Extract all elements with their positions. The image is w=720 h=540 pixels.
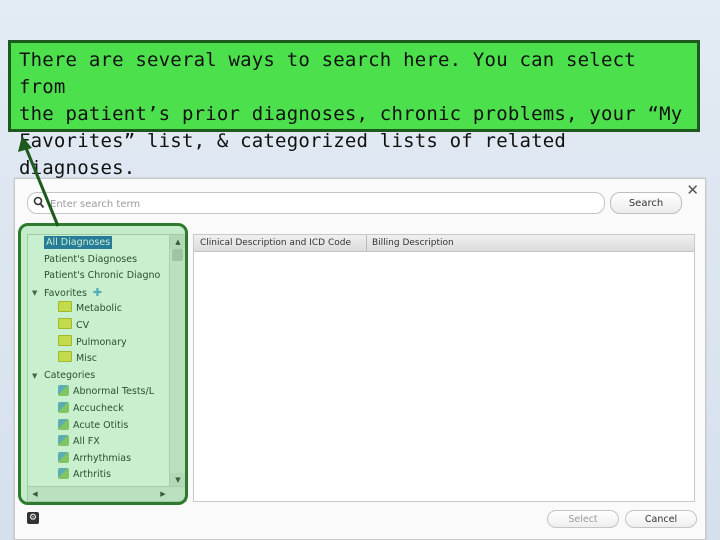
tree-item-patients-chronic[interactable]: Patient's Chronic Diagno (28, 268, 170, 285)
callout-line-3: Favorites” list, & categorized lists of … (19, 130, 567, 179)
select-button[interactable]: Select (547, 510, 619, 528)
tree-item-misc[interactable]: Misc (28, 351, 170, 368)
gear-icon[interactable]: ⚙ (27, 512, 39, 524)
tree-item-arthritis[interactable]: Arthritis (28, 467, 170, 484)
column-billing-description[interactable]: Billing Description (372, 238, 454, 248)
tree-item-label: Favorites (44, 287, 87, 299)
search-icon (33, 195, 45, 214)
diagnosis-search-dialog: ✕ Search All Diagnoses Patient's Diagnos… (14, 178, 706, 540)
scroll-up-icon[interactable]: ▲ (170, 235, 186, 249)
tree-item-label: Arrhythmias (73, 452, 132, 464)
tree-item-label: Arthritis (73, 469, 112, 481)
tree-item-metabolic[interactable]: Metabolic (28, 301, 170, 318)
folder-icon (58, 351, 72, 363)
tree-item-label: Metabolic (76, 303, 122, 315)
tree-item-label: Abnormal Tests/L (73, 386, 154, 398)
category-icon (58, 385, 69, 397)
scroll-thumb[interactable] (172, 249, 183, 261)
tree-item-abnormal-tests[interactable]: Abnormal Tests/L (28, 384, 170, 401)
results-table: Clinical Description and ICD Code Billin… (193, 234, 695, 502)
category-icon (58, 418, 69, 430)
tree-item-label: Pulmonary (76, 336, 127, 348)
diagnosis-tree: All Diagnoses Patient's Diagnoses Patien… (28, 235, 170, 487)
callout-line-2: the patient’s prior diagnoses, chronic p… (19, 103, 683, 125)
scroll-right-icon[interactable]: ▶ (156, 487, 170, 501)
tree-item-label: Misc (76, 353, 98, 365)
instruction-callout: There are several ways to search here. Y… (8, 40, 700, 179)
scroll-down-icon[interactable]: ▼ (170, 473, 186, 487)
tree-item-acute-otitis[interactable]: Acute Otitis (28, 418, 170, 435)
expand-arrow-icon[interactable]: ▼ (32, 368, 37, 385)
tree-item-favorites[interactable]: ▼ Favorites ✚ (28, 285, 170, 302)
tree-item-label: Acute Otitis (73, 419, 129, 431)
scroll-left-icon[interactable]: ◀ (28, 487, 42, 501)
tree-item-all-fx[interactable]: All FX (28, 434, 170, 451)
tree-item-label: All Diagnoses (44, 236, 113, 249)
tree-item-arrhythmias[interactable]: Arrhythmias (28, 451, 170, 468)
folder-icon (58, 301, 72, 313)
add-favorite-icon[interactable]: ✚ (93, 286, 102, 299)
tree-item-label: Categories (44, 369, 96, 381)
callout-line-1: There are several ways to search here. Y… (19, 49, 636, 98)
expand-arrow-icon[interactable]: ▼ (32, 285, 37, 302)
tree-item-label: Accucheck (73, 402, 124, 414)
tree-item-label: Patient's Chronic Diagno (44, 270, 161, 282)
tree-item-pulmonary[interactable]: Pulmonary (28, 334, 170, 352)
tree-item-all-diagnoses[interactable]: All Diagnoses (28, 235, 170, 252)
tree-item-patients-diagnoses[interactable]: Patient's Diagnoses (28, 252, 170, 269)
folder-icon (58, 334, 72, 346)
diagnosis-tree-panel: All Diagnoses Patient's Diagnoses Patien… (27, 234, 187, 502)
folder-icon (58, 317, 72, 329)
close-icon[interactable]: ✕ (686, 181, 699, 199)
category-icon (58, 435, 69, 447)
column-divider[interactable] (366, 235, 367, 251)
tree-item-cv[interactable]: CV (28, 317, 170, 335)
column-clinical-description[interactable]: Clinical Description and ICD Code (200, 238, 351, 248)
search-box[interactable] (27, 192, 605, 214)
tree-item-label: CV (76, 319, 90, 331)
search-input[interactable] (48, 194, 592, 214)
tree-item-label: All FX (73, 436, 100, 448)
tree-item-accucheck[interactable]: Accucheck (28, 401, 170, 418)
tree-item-categories[interactable]: ▼ Categories (28, 368, 170, 385)
category-icon (58, 451, 69, 463)
tree-horizontal-scrollbar[interactable]: ◀ ▶ (28, 486, 186, 501)
cancel-button[interactable]: Cancel (625, 510, 697, 528)
tree-vertical-scrollbar[interactable]: ▲ ▼ (169, 235, 186, 487)
tree-item-label: Patient's Diagnoses (44, 253, 138, 265)
results-header: Clinical Description and ICD Code Billin… (194, 235, 694, 252)
category-icon (58, 468, 69, 480)
search-button[interactable]: Search (610, 192, 682, 214)
category-icon (58, 401, 69, 413)
